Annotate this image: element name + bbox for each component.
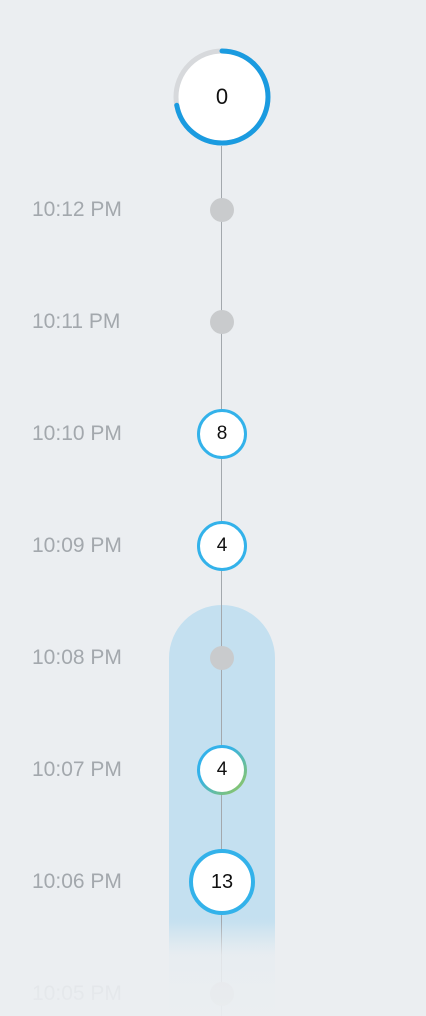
total-counter-value: 0 xyxy=(215,84,229,109)
time-label: 10:05 PM xyxy=(32,982,122,1005)
time-label: 10:09 PM xyxy=(32,534,122,557)
time-label: 10:08 PM xyxy=(32,646,122,669)
time-label: 10:07 PM xyxy=(32,758,122,781)
minute-count-bubble[interactable]: 4 xyxy=(197,521,247,571)
timeline-view: 0 10:12 PM 10:11 PM 10:10 PM 8 10:09 PM … xyxy=(0,0,426,1016)
time-label: 10:11 PM xyxy=(32,310,121,333)
minute-count-bubble[interactable]: 4 xyxy=(197,745,247,795)
total-counter-ring[interactable]: 0 xyxy=(173,48,271,146)
empty-minute-dot[interactable] xyxy=(210,310,234,334)
time-label: 10:12 PM xyxy=(32,198,122,221)
time-label: 10:10 PM xyxy=(32,422,122,445)
empty-minute-dot[interactable] xyxy=(210,646,234,670)
time-label: 10:06 PM xyxy=(32,870,122,893)
minute-count-bubble[interactable]: 13 xyxy=(189,849,255,915)
empty-minute-dot[interactable] xyxy=(210,198,234,222)
empty-minute-dot[interactable] xyxy=(210,982,234,1006)
minute-count-bubble[interactable]: 8 xyxy=(197,409,247,459)
